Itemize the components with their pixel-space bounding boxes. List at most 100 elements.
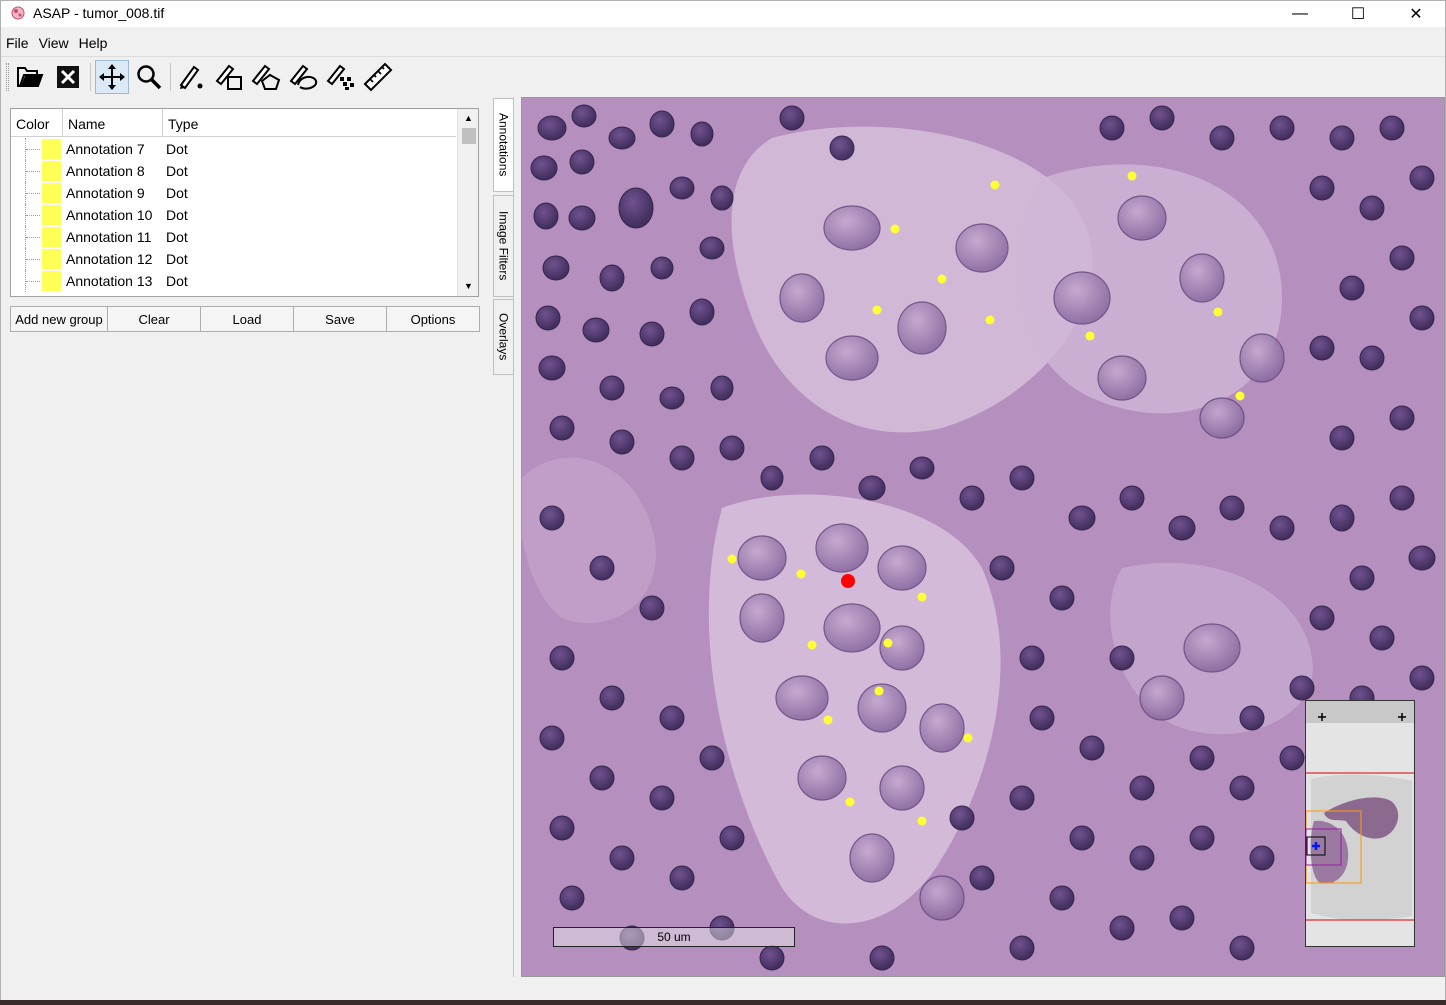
scale-bar: 50 um xyxy=(553,927,795,947)
annotation-row[interactable]: Annotation 9 Dot xyxy=(11,182,456,204)
tab-label: Annotations xyxy=(496,113,511,177)
load-button[interactable]: Load xyxy=(200,306,294,332)
scroll-down-arrow-icon[interactable]: ▼ xyxy=(458,277,478,295)
asap-window: ASAP - tumor_008.tif — ☐ ✕ File View Hel… xyxy=(0,0,1446,1005)
dot-tool-button[interactable] xyxy=(173,60,207,94)
measurement-icon xyxy=(363,62,393,92)
minimize-icon: — xyxy=(1292,5,1308,22)
scroll-up-arrow-icon[interactable]: ▲ xyxy=(458,109,478,127)
close-icon: ✕ xyxy=(1409,6,1423,23)
open-file-button[interactable] xyxy=(13,60,47,94)
tree-branch-line xyxy=(26,193,40,194)
color-swatch xyxy=(42,183,61,203)
spline-tool-button[interactable] xyxy=(287,60,321,94)
tree-branch-line xyxy=(26,215,40,216)
minimap-thumbnail xyxy=(1306,701,1414,946)
overview-minimap[interactable] xyxy=(1305,700,1415,947)
window-title: ASAP - tumor_008.tif xyxy=(33,5,165,21)
tree-scrollbar[interactable]: ▲ ▼ xyxy=(457,109,478,296)
zoom-icon xyxy=(137,65,162,90)
annotation-row[interactable]: Annotation 8 Dot xyxy=(11,160,456,182)
tree-branch-line xyxy=(26,259,40,260)
tree-branch-line xyxy=(26,149,40,150)
annotation-name: Annotation 9 xyxy=(66,185,145,201)
rectangle-annotation-icon xyxy=(215,64,242,90)
toolbar xyxy=(1,56,1445,96)
scrollbar-thumb[interactable] xyxy=(462,128,476,144)
color-swatch xyxy=(42,249,61,269)
annotation-name: Annotation 13 xyxy=(66,273,153,289)
clear-button[interactable]: Clear xyxy=(107,306,201,332)
column-header-name[interactable]: Name xyxy=(63,109,163,137)
color-swatch xyxy=(42,205,61,225)
annotation-row[interactable]: Annotation 11 Dot xyxy=(11,226,456,248)
annotation-row[interactable]: Annotation 10 Dot xyxy=(11,204,456,226)
annotation-type: Dot xyxy=(166,185,188,201)
selected-annotation-dot xyxy=(841,574,855,588)
spline-annotation-icon xyxy=(289,64,318,90)
title-bar: ASAP - tumor_008.tif — ☐ ✕ xyxy=(1,1,1445,27)
annotation-name: Annotation 12 xyxy=(66,251,153,267)
menu-bar: File View Help xyxy=(1,32,112,54)
column-header-color[interactable]: Color xyxy=(11,109,63,137)
save-button[interactable]: Save xyxy=(293,306,387,332)
toolbar-separator xyxy=(170,63,171,91)
annotation-name: Annotation 8 xyxy=(66,163,145,179)
taskbar-edge xyxy=(0,1000,1446,1005)
close-file-button[interactable] xyxy=(51,60,85,94)
tab-label: Image Filters xyxy=(496,211,511,281)
pan-icon xyxy=(99,64,125,90)
annotation-buttons: Add new group Clear Load Save Options xyxy=(10,306,480,332)
annotation-type: Dot xyxy=(166,141,188,157)
annotation-name: Annotation 7 xyxy=(66,141,145,157)
open-icon xyxy=(17,67,44,87)
maximize-button[interactable]: ☐ xyxy=(1329,1,1387,27)
tab-annotations[interactable]: Annotations xyxy=(493,98,514,192)
annotation-name: Annotation 11 xyxy=(66,229,152,245)
annotation-type: Dot xyxy=(166,273,188,289)
close-window-button[interactable]: ✕ xyxy=(1387,1,1445,27)
annotation-tree[interactable]: Color Name Type Annotation 7 Dot Annotat… xyxy=(10,108,479,297)
dot-annotation-icon xyxy=(179,65,203,90)
color-swatch xyxy=(42,139,61,159)
pointset-tool-button[interactable] xyxy=(324,60,358,94)
toolbar-grip[interactable] xyxy=(6,63,9,91)
annotation-type: Dot xyxy=(166,163,188,179)
tree-branch-line xyxy=(26,171,40,172)
scale-bar-label: 50 um xyxy=(657,930,691,944)
slide-viewer[interactable]: 50 um xyxy=(521,97,1445,977)
annotation-row[interactable]: Annotation 12 Dot xyxy=(11,248,456,270)
options-button[interactable]: Options xyxy=(386,306,480,332)
tab-overlays[interactable]: Overlays xyxy=(493,299,514,375)
close-file-icon xyxy=(57,66,79,88)
tab-image-filters[interactable]: Image Filters xyxy=(493,195,514,297)
tab-label: Overlays xyxy=(496,313,511,361)
add-new-group-button[interactable]: Add new group xyxy=(10,306,108,332)
annotation-row[interactable]: Annotation 7 Dot xyxy=(11,138,456,160)
minimize-button[interactable]: — xyxy=(1271,1,1329,27)
annotation-name: Annotation 10 xyxy=(66,207,153,223)
menu-file[interactable]: File xyxy=(1,32,34,54)
asap-app-icon xyxy=(11,6,25,20)
measurement-tool-button[interactable] xyxy=(361,60,395,94)
zoom-tool-button[interactable] xyxy=(132,60,166,94)
rectangle-tool-button[interactable] xyxy=(212,60,246,94)
polygon-annotation-icon xyxy=(251,64,281,90)
pan-tool-button[interactable] xyxy=(95,60,129,94)
annotation-type: Dot xyxy=(166,207,188,223)
annotation-row[interactable]: Annotation 13 Dot xyxy=(11,270,456,292)
menu-help[interactable]: Help xyxy=(74,32,113,54)
tree-branch-line xyxy=(26,281,40,282)
maximize-icon: ☐ xyxy=(1350,6,1366,23)
color-swatch xyxy=(42,271,61,291)
annotation-type: Dot xyxy=(166,229,188,245)
annotation-type: Dot xyxy=(166,251,188,267)
pointset-annotation-icon xyxy=(326,64,354,90)
polygon-tool-button[interactable] xyxy=(249,60,283,94)
menu-view[interactable]: View xyxy=(34,32,74,54)
tree-header: Color Name Type xyxy=(11,109,456,137)
column-header-type[interactable]: Type xyxy=(163,109,456,137)
toolbar-separator xyxy=(90,63,91,91)
tree-branch-line xyxy=(26,237,40,238)
color-swatch xyxy=(42,161,61,181)
